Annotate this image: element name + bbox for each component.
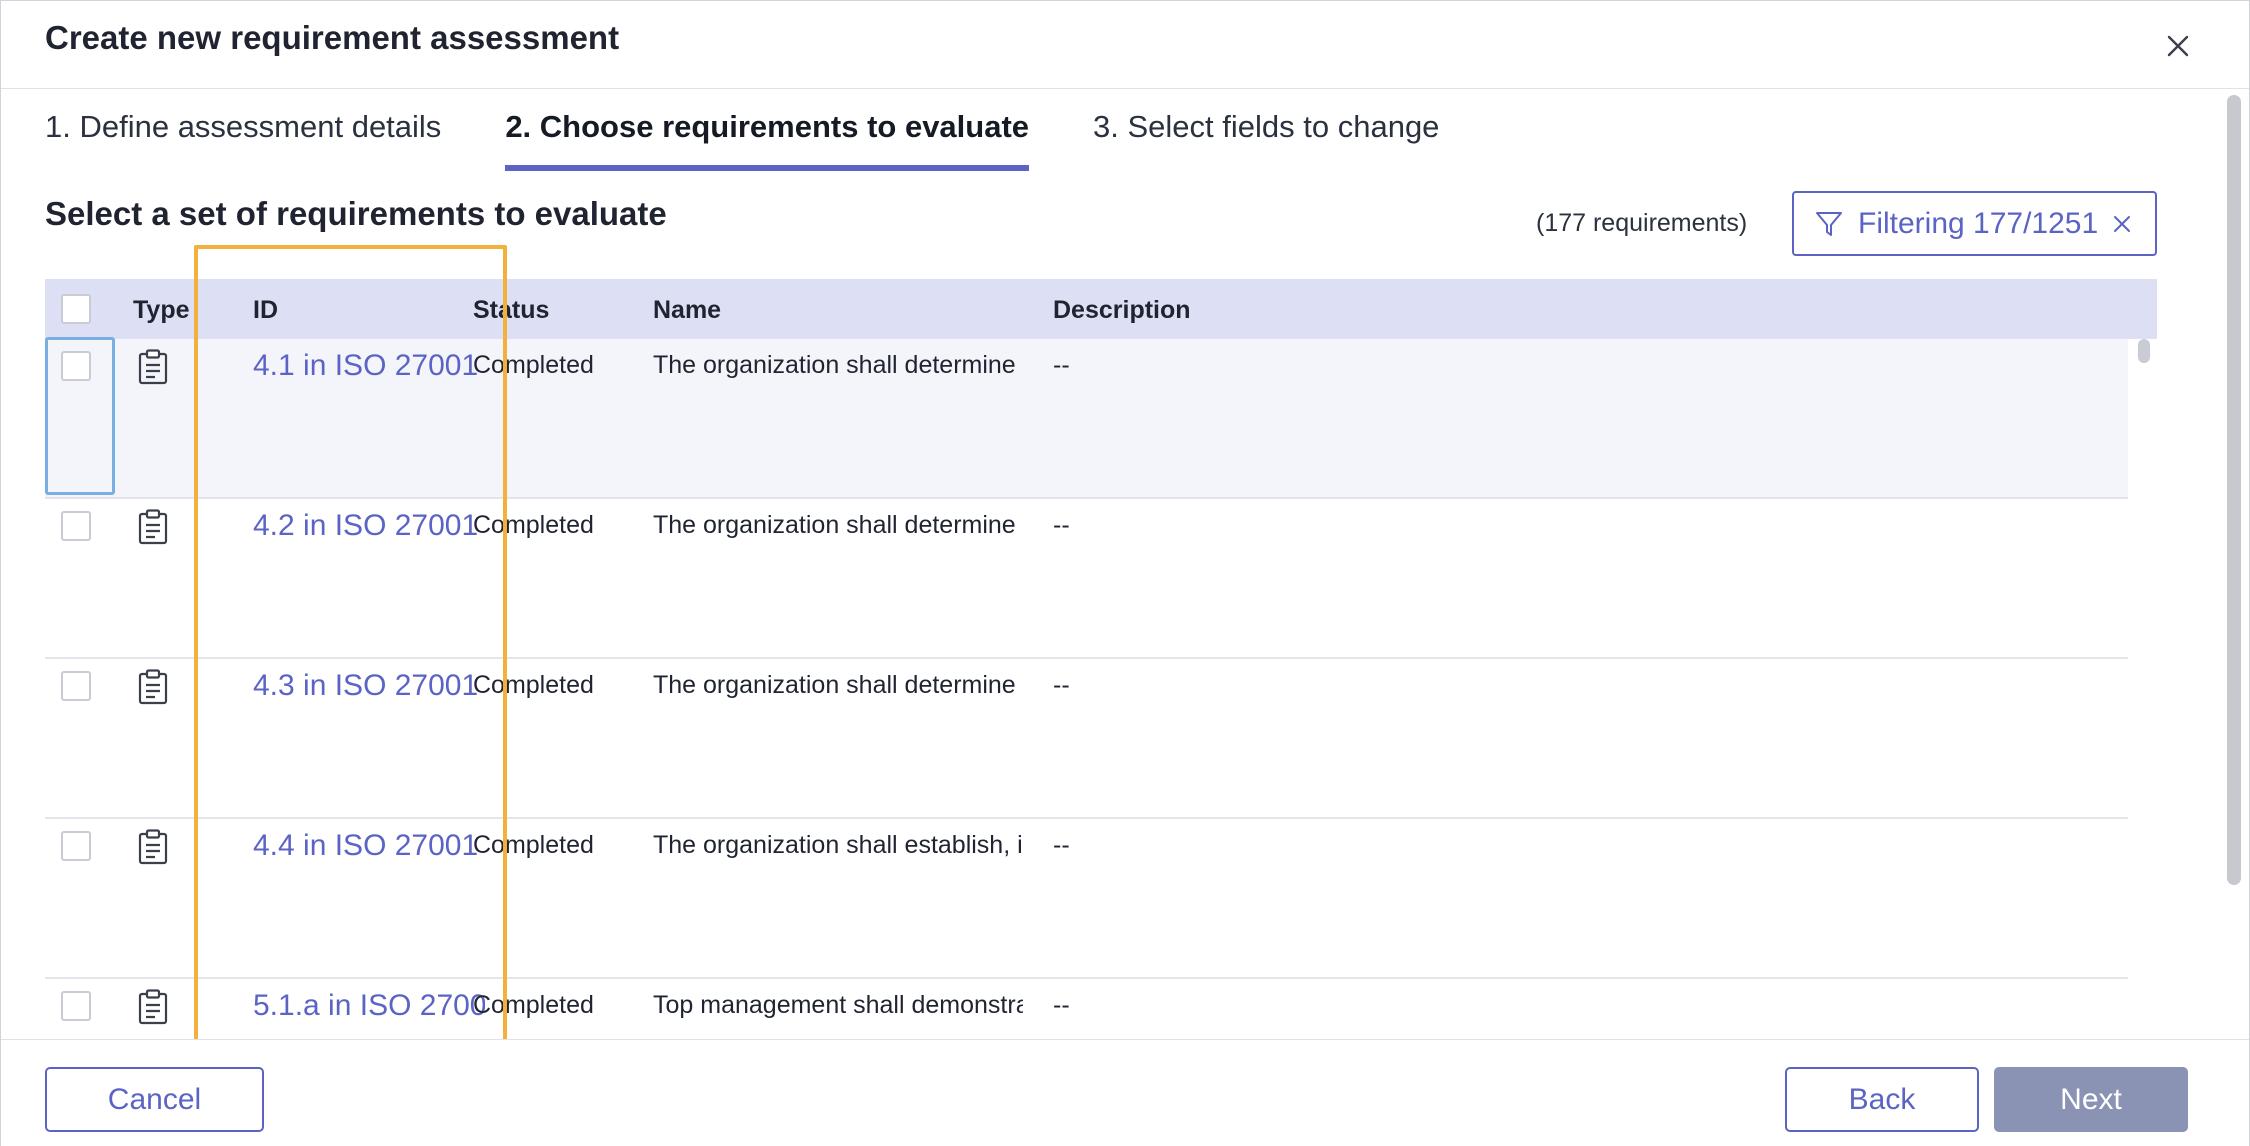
column-header-id[interactable]: ID bbox=[253, 296, 278, 325]
next-button[interactable]: Next bbox=[1994, 1067, 2188, 1132]
clear-filter-icon[interactable] bbox=[2111, 213, 2133, 235]
tab-select-fields[interactable]: 3. Select fields to change bbox=[1093, 101, 1439, 171]
row-checkbox[interactable] bbox=[61, 351, 91, 381]
table-row[interactable]: 4.3 in ISO 27001 Completed The organizat… bbox=[45, 659, 2128, 819]
table-row[interactable]: 4.4 in ISO 27001 Completed The organizat… bbox=[45, 819, 2128, 979]
filter-label: Filtering 177/1251 bbox=[1858, 206, 2099, 240]
table-row[interactable]: 5.1.a in ISO 27001 Completed Top managem… bbox=[45, 979, 2128, 1039]
back-button[interactable]: Back bbox=[1785, 1067, 1979, 1132]
clipboard-icon bbox=[138, 509, 168, 545]
close-icon[interactable] bbox=[2163, 31, 2193, 61]
requirement-status: Completed bbox=[473, 831, 594, 859]
filter-button[interactable]: Filtering 177/1251 bbox=[1792, 191, 2157, 256]
requirement-name: The organization shall establish, implem… bbox=[653, 831, 1023, 859]
table-header: Type ID Status Name Description bbox=[45, 279, 2157, 339]
requirement-description: -- bbox=[1053, 351, 1070, 379]
requirement-description: -- bbox=[1053, 511, 1070, 539]
requirement-id-link[interactable]: 5.1.a in ISO 27001 bbox=[253, 989, 485, 1023]
row-checkbox[interactable] bbox=[61, 511, 91, 541]
requirement-status: Completed bbox=[473, 511, 594, 539]
clipboard-icon bbox=[138, 349, 168, 385]
clipboard-icon bbox=[138, 829, 168, 865]
dialog-scrollbar-thumb[interactable] bbox=[2227, 95, 2241, 885]
dialog-scrollbar[interactable] bbox=[2225, 95, 2243, 885]
requirement-name: The organization shall determine the bou… bbox=[653, 671, 1023, 699]
clipboard-icon bbox=[138, 669, 168, 705]
requirement-id-link[interactable]: 4.4 in ISO 27001 bbox=[253, 829, 485, 863]
dialog-footer: Cancel Back Next bbox=[1, 1039, 2249, 1146]
table-scrollbar[interactable] bbox=[2132, 339, 2157, 1039]
table-row[interactable]: 4.1 in ISO 27001 Completed The organizat… bbox=[45, 337, 2128, 499]
row-checkbox[interactable] bbox=[61, 991, 91, 1021]
requirements-count: (177 requirements) bbox=[1536, 209, 1748, 237]
column-header-name[interactable]: Name bbox=[653, 296, 721, 325]
requirements-table: Type ID Status Name Description 4.1 in I… bbox=[45, 279, 2157, 1039]
requirement-description: -- bbox=[1053, 991, 1070, 1019]
table-scrollbar-thumb[interactable] bbox=[2138, 339, 2150, 363]
cancel-button[interactable]: Cancel bbox=[45, 1067, 264, 1132]
requirement-description: -- bbox=[1053, 831, 1070, 859]
wizard-tabs: 1. Define assessment details 2. Choose r… bbox=[45, 101, 1503, 171]
requirement-name: Top management shall demonstrate leaders… bbox=[653, 991, 1023, 1019]
row-checkbox[interactable] bbox=[61, 831, 91, 861]
column-header-description[interactable]: Description bbox=[1053, 296, 1191, 325]
requirement-status: Completed bbox=[473, 671, 594, 699]
requirement-id-link[interactable]: 4.2 in ISO 27001 bbox=[253, 509, 485, 543]
requirement-id-link[interactable]: 4.1 in ISO 27001 bbox=[253, 349, 485, 383]
column-header-status[interactable]: Status bbox=[473, 296, 549, 325]
select-all-checkbox[interactable] bbox=[61, 294, 91, 324]
dialog-header: Create new requirement assessment bbox=[1, 1, 2249, 89]
section-title: Select a set of requirements to evaluate bbox=[45, 195, 667, 232]
requirement-id-link[interactable]: 4.3 in ISO 27001 bbox=[253, 669, 485, 703]
dialog-title: Create new requirement assessment bbox=[45, 19, 620, 56]
filter-icon bbox=[1816, 211, 1842, 236]
column-header-type[interactable]: Type bbox=[133, 296, 190, 325]
tab-define-assessment-details[interactable]: 1. Define assessment details bbox=[45, 101, 441, 171]
requirement-name: The organization shall determine interes… bbox=[653, 511, 1023, 539]
requirement-status: Completed bbox=[473, 991, 594, 1019]
requirement-assessment-dialog: Create new requirement assessment 1. Def… bbox=[0, 0, 2250, 1146]
row-checkbox[interactable] bbox=[61, 671, 91, 701]
clipboard-icon bbox=[138, 989, 168, 1025]
table-row[interactable]: 4.2 in ISO 27001 Completed The organizat… bbox=[45, 499, 2128, 659]
requirement-status: Completed bbox=[473, 351, 594, 379]
requirement-description: -- bbox=[1053, 671, 1070, 699]
tab-choose-requirements[interactable]: 2. Choose requirements to evaluate bbox=[505, 101, 1030, 171]
requirement-name: The organization shall determine externa… bbox=[653, 351, 1023, 379]
